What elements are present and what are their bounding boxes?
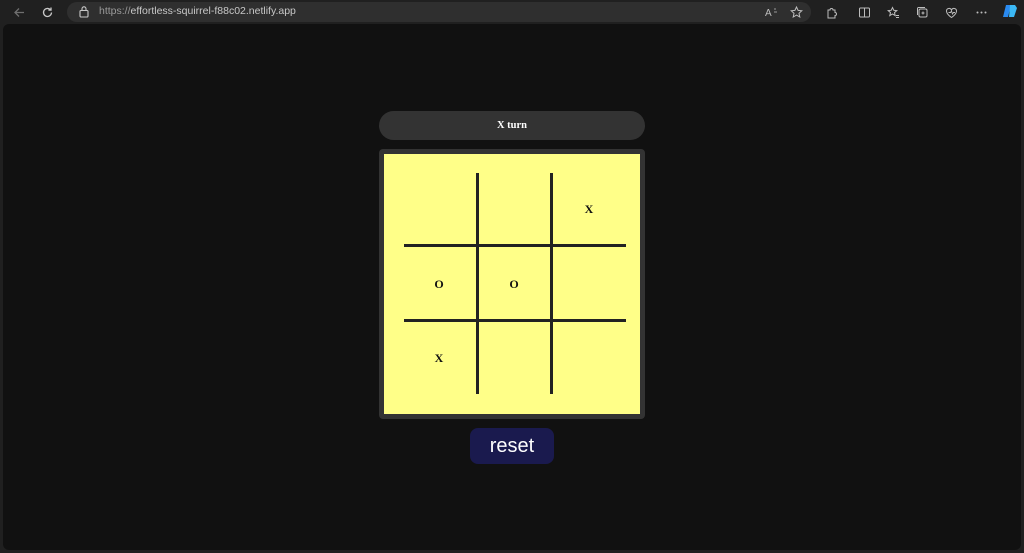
- board-cell-4[interactable]: O: [402, 247, 476, 321]
- url-text: https://effortless-squirrel-f88c02.netli…: [99, 5, 296, 17]
- read-aloud-icon[interactable]: A: [764, 4, 780, 20]
- address-bar[interactable]: https://effortless-squirrel-f88c02.netli…: [67, 2, 811, 22]
- board-cell-1[interactable]: [402, 172, 476, 246]
- board-cell-2[interactable]: [477, 172, 551, 246]
- board-cell-3[interactable]: X: [552, 172, 626, 246]
- favorite-star-icon[interactable]: [788, 4, 804, 20]
- board-cell-7[interactable]: X: [402, 321, 476, 395]
- favorites-icon[interactable]: [885, 4, 901, 20]
- board-cell-8[interactable]: [477, 321, 551, 395]
- more-menu-icon[interactable]: [973, 4, 989, 20]
- svg-text:A: A: [765, 8, 772, 18]
- browser-toolbar: https://effortless-squirrel-f88c02.netli…: [0, 0, 1024, 24]
- browser-essentials-icon[interactable]: [943, 4, 959, 20]
- board-cell-5[interactable]: O: [477, 247, 551, 321]
- refresh-icon[interactable]: [38, 3, 56, 21]
- game-board: X O O X: [384, 154, 640, 414]
- collections-icon[interactable]: [914, 4, 930, 20]
- reset-button[interactable]: reset: [470, 428, 554, 464]
- back-icon[interactable]: [10, 3, 28, 21]
- split-screen-icon[interactable]: [856, 4, 872, 20]
- turn-status: X turn: [379, 111, 645, 140]
- board-cell-9[interactable]: [552, 321, 626, 395]
- extensions-icon[interactable]: [823, 4, 839, 20]
- board-cell-6[interactable]: [552, 247, 626, 321]
- copilot-icon[interactable]: [1002, 3, 1018, 19]
- lock-icon: [79, 5, 89, 23]
